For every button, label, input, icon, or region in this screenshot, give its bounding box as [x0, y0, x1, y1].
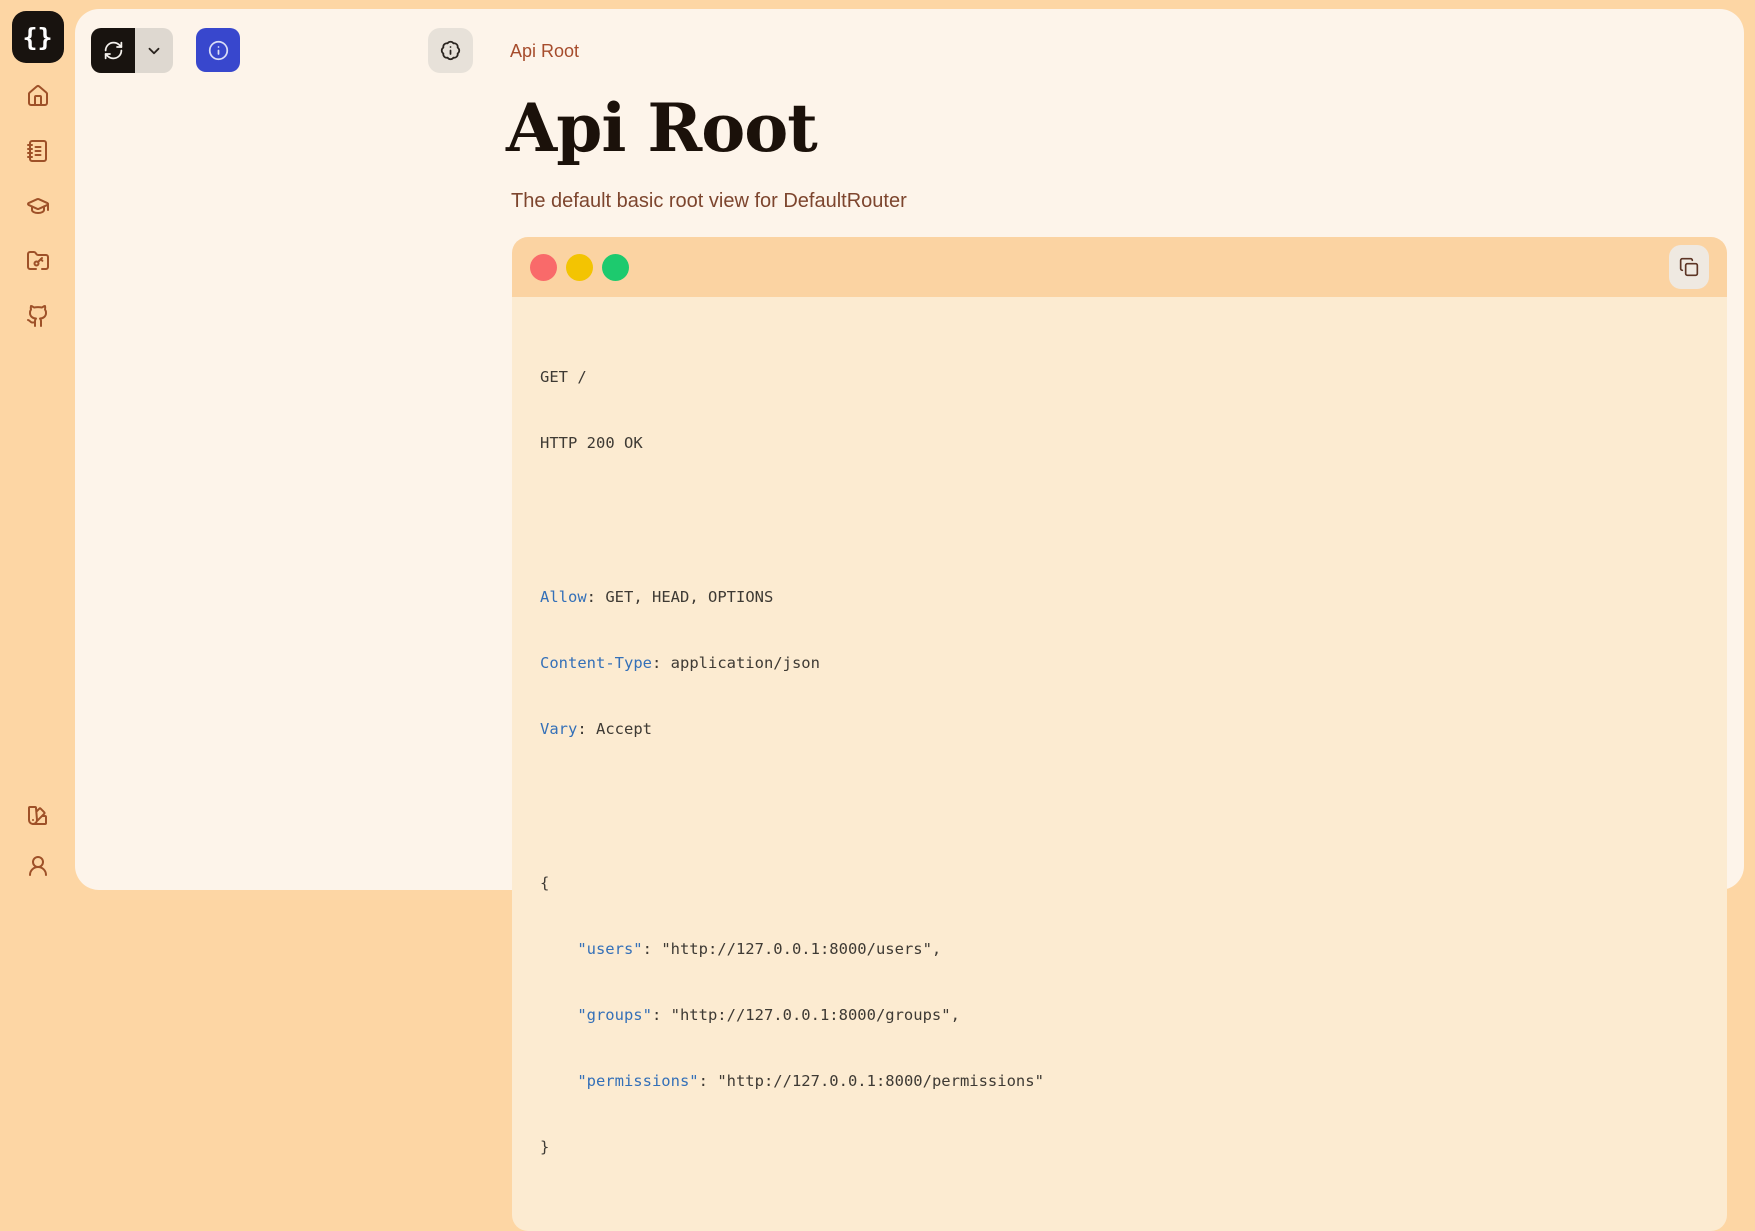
copy-icon	[1679, 257, 1699, 277]
json-close: }	[540, 1136, 1699, 1158]
json-open: {	[540, 872, 1699, 894]
terminal-header	[512, 237, 1727, 297]
refresh-button[interactable]	[91, 28, 135, 73]
account-menu[interactable]	[26, 854, 50, 878]
page-subtitle: The default basic root view for DefaultR…	[511, 190, 907, 213]
traffic-light-yellow-icon	[566, 254, 593, 281]
header-vary: Vary: Accept	[540, 718, 1699, 740]
header-content-type: Content-Type: application/json	[540, 652, 1699, 674]
info-icon	[208, 40, 229, 61]
info-button[interactable]	[196, 28, 240, 72]
badge-info-button[interactable]	[428, 28, 473, 73]
swatch-book-icon	[26, 803, 50, 827]
json-entry-permissions: "permissions": "http://127.0.0.1:8000/pe…	[540, 1070, 1699, 1092]
refresh-split-button[interactable]	[91, 28, 173, 73]
app-logo[interactable]: {}	[12, 11, 64, 63]
braces-logo-icon: {}	[22, 23, 52, 52]
request-line: GET /	[540, 366, 1699, 388]
sidebar-footer	[26, 803, 50, 878]
user-round-icon	[26, 854, 50, 878]
traffic-light-red-icon	[530, 254, 557, 281]
sidebar-item-docs[interactable]	[26, 139, 50, 163]
sidebar: {}	[0, 0, 75, 902]
blank-line	[540, 784, 1699, 806]
chevron-down-icon	[145, 42, 163, 60]
copy-button[interactable]	[1669, 245, 1709, 289]
sidebar-item-tutorials[interactable]	[26, 194, 50, 218]
refresh-dropdown-button[interactable]	[135, 28, 173, 73]
notebook-text-icon	[26, 139, 50, 163]
traffic-light-green-icon	[602, 254, 629, 281]
github-icon	[26, 304, 50, 328]
sidebar-nav	[26, 84, 50, 328]
breadcrumb[interactable]: Api Root	[510, 41, 579, 62]
sidebar-item-home[interactable]	[26, 84, 50, 108]
sidebar-item-github[interactable]	[26, 304, 50, 328]
json-entry-groups: "groups": "http://127.0.0.1:8000/groups"…	[540, 1004, 1699, 1026]
house-icon	[26, 84, 50, 108]
http-response: GET / HTTP 200 OK Allow: GET, HEAD, OPTI…	[512, 297, 1727, 1231]
response-terminal: GET / HTTP 200 OK Allow: GET, HEAD, OPTI…	[512, 237, 1727, 1231]
page-title: Api Root	[506, 91, 817, 167]
json-entry-users: "users": "http://127.0.0.1:8000/users",	[540, 938, 1699, 960]
theme-switcher[interactable]	[26, 803, 50, 827]
api-browser-page: { "page": { "breadcrumb": "Api Root", "t…	[0, 0, 1755, 902]
graduation-cap-icon	[26, 194, 50, 218]
sidebar-item-api-keys[interactable]	[26, 249, 50, 273]
refresh-icon	[103, 40, 124, 61]
header-allow: Allow: GET, HEAD, OPTIONS	[540, 586, 1699, 608]
status-line: HTTP 200 OK	[540, 432, 1699, 454]
content-card: Api Root Api Root The default basic root…	[75, 9, 1744, 890]
badge-info-icon	[440, 40, 461, 61]
folder-key-icon	[26, 249, 50, 273]
blank-line	[540, 498, 1699, 520]
